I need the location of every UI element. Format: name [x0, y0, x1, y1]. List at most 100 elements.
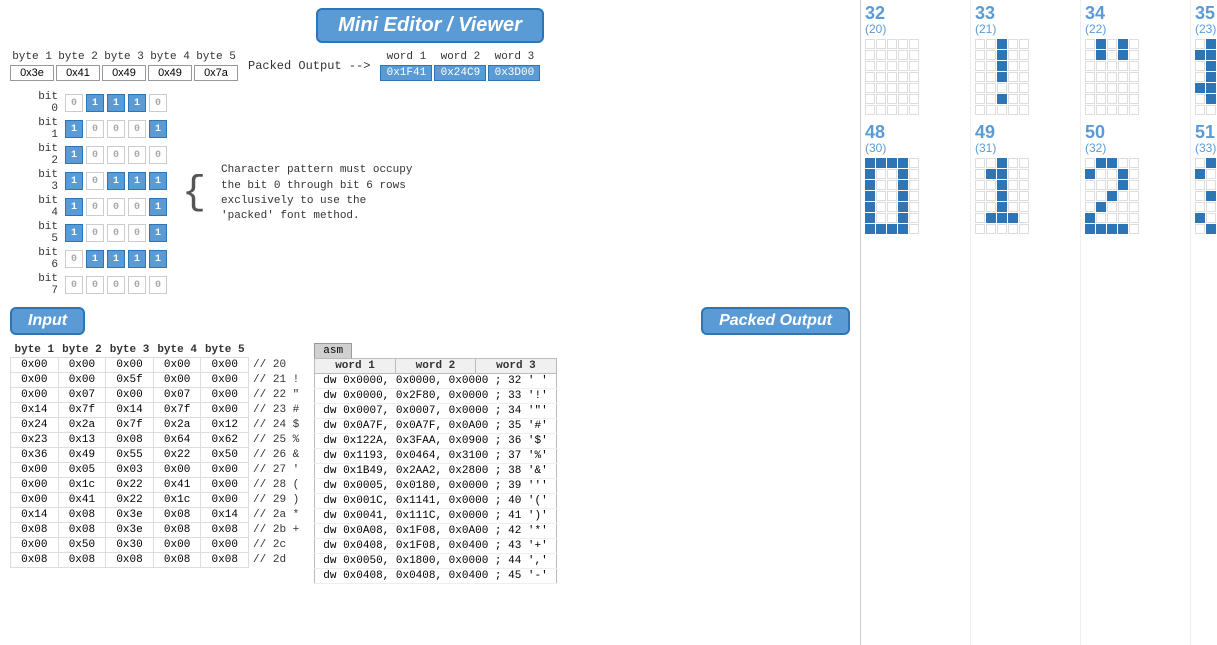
input-table-row: 0x000x500x300x000x00// 2c [11, 538, 304, 553]
bit-note: Character pattern must occupy the bit 0 … [221, 163, 421, 225]
bit-row-7: bit 700000 [30, 273, 167, 297]
input-comment-2: // 22 " [249, 388, 304, 403]
pixel-0-0-3 [898, 39, 908, 49]
output-table-row: dw 0x0007, 0x0007, 0x0000 ; 34 '"' [315, 404, 556, 419]
bit-cell-3-1[interactable]: 0 [86, 172, 104, 190]
asm-tab[interactable]: asm [314, 343, 352, 358]
bit-cell-1-3[interactable]: 0 [128, 120, 146, 138]
pixel-4-0-3 [1118, 39, 1128, 49]
pixel-7-0-1 [1206, 158, 1216, 168]
pixel-0-2-0 [865, 61, 875, 71]
bit-cell-4-2[interactable]: 0 [107, 198, 125, 216]
pixel-2-5-4 [1019, 94, 1029, 104]
bit-cell-0-1[interactable]: 1 [86, 94, 104, 112]
pixel-5-6-2 [1107, 224, 1117, 234]
output-table-row: dw 0x122A, 0x3FAA, 0x0900 ; 36 '$' [315, 434, 556, 449]
byte-header-2: byte 2 [56, 51, 100, 63]
char-block-2: 33(21) [975, 4, 1076, 115]
input-cell-13-1: 0x08 [58, 553, 106, 568]
bit-cell-2-1[interactable]: 0 [86, 146, 104, 164]
input-table-row: 0x080x080x3e0x080x08// 2b + [11, 523, 304, 538]
pixel-2-6-1 [986, 105, 996, 115]
bit-cell-4-3[interactable]: 0 [128, 198, 146, 216]
byte-input-5[interactable] [194, 65, 238, 81]
bit-cell-2-4[interactable]: 0 [149, 146, 167, 164]
pixel-3-3-4 [1019, 191, 1029, 201]
pixel-1-1-0 [865, 169, 875, 179]
input-cell-0-4: 0x00 [201, 358, 249, 373]
input-cell-10-2: 0x3e [106, 508, 154, 523]
pixel-2-0-1 [986, 39, 996, 49]
bit-cell-5-2[interactable]: 0 [107, 224, 125, 242]
bit-cell-6-4[interactable]: 1 [149, 250, 167, 268]
bit-cell-5-1[interactable]: 0 [86, 224, 104, 242]
bit-cell-3-0[interactable]: 1 [65, 172, 83, 190]
bit-cell-5-4[interactable]: 1 [149, 224, 167, 242]
bit-cell-0-4[interactable]: 0 [149, 94, 167, 112]
bit-cell-7-0[interactable]: 0 [65, 276, 83, 294]
bit-cell-0-0[interactable]: 0 [65, 94, 83, 112]
pixel-4-3-4 [1129, 72, 1139, 82]
app-container: Mini Editor / Viewer byte 1 byte 2 byte … [0, 0, 1217, 645]
input-table-row: 0x000x410x220x1c0x00// 29 ) [11, 493, 304, 508]
char-block-3: 49(31) [975, 123, 1076, 234]
word-value-3: 0x3D00 [488, 65, 540, 81]
bit-cell-6-2[interactable]: 1 [107, 250, 125, 268]
bit-cell-6-1[interactable]: 1 [86, 250, 104, 268]
pixel-5-2-2 [1107, 180, 1117, 190]
pixel-3-0-3 [1008, 158, 1018, 168]
bit-cell-3-2[interactable]: 1 [107, 172, 125, 190]
bit-cell-7-4[interactable]: 0 [149, 276, 167, 294]
pixel-1-0-2 [887, 158, 897, 168]
byte-input-4[interactable] [148, 65, 192, 81]
bit-cell-4-4[interactable]: 1 [149, 198, 167, 216]
bit-cell-2-0[interactable]: 1 [65, 146, 83, 164]
pixel-grid-1 [865, 158, 966, 234]
pixel-2-0-2 [997, 39, 1007, 49]
byte-input-2[interactable] [56, 65, 100, 81]
bit-cell-7-1[interactable]: 0 [86, 276, 104, 294]
bit-cell-1-0[interactable]: 1 [65, 120, 83, 138]
output-code-cell-3: dw 0x0A7F, 0x0A7F, 0x0A00 ; 35 '#' [315, 419, 556, 434]
bit-cell-4-0[interactable]: 1 [65, 198, 83, 216]
pixel-2-0-0 [975, 39, 985, 49]
bit-cell-1-4[interactable]: 1 [149, 120, 167, 138]
bit-cell-2-3[interactable]: 0 [128, 146, 146, 164]
input-cell-1-3: 0x00 [153, 373, 201, 388]
pixel-7-1-1 [1206, 169, 1216, 179]
bit-cell-5-0[interactable]: 1 [65, 224, 83, 242]
pixel-0-0-2 [887, 39, 897, 49]
bit-cell-3-4[interactable]: 1 [149, 172, 167, 190]
input-cell-9-1: 0x41 [58, 493, 106, 508]
bit-cell-7-3[interactable]: 0 [128, 276, 146, 294]
char-number-sub-3: (31) [975, 141, 1076, 155]
bit-cell-6-3[interactable]: 1 [128, 250, 146, 268]
bit-cell-6-0[interactable]: 0 [65, 250, 83, 268]
output-code-cell-6: dw 0x1B49, 0x2AA2, 0x2800 ; 38 '&' [315, 464, 556, 479]
input-col-header-comment [249, 343, 304, 358]
bit-cell-7-2[interactable]: 0 [107, 276, 125, 294]
pixel-6-0-1 [1206, 39, 1216, 49]
bit-cell-2-2[interactable]: 0 [107, 146, 125, 164]
input-cell-6-4: 0x50 [201, 448, 249, 463]
bit-cell-0-2[interactable]: 1 [107, 94, 125, 112]
pixel-3-4-2 [997, 202, 1007, 212]
input-table-row: 0x000x070x000x070x00// 22 " [11, 388, 304, 403]
output-code-cell-10: dw 0x0A08, 0x1F08, 0x0A00 ; 42 '*' [315, 524, 556, 539]
pixel-4-1-2 [1107, 50, 1117, 60]
bit-cell-5-3[interactable]: 0 [128, 224, 146, 242]
byte-input-1[interactable] [10, 65, 54, 81]
char-number-4: 34 [1085, 4, 1186, 22]
bit-cell-3-3[interactable]: 1 [128, 172, 146, 190]
bit-cell-1-2[interactable]: 0 [107, 120, 125, 138]
bit-cell-4-1[interactable]: 0 [86, 198, 104, 216]
pixel-5-1-0 [1085, 169, 1095, 179]
byte-input-3[interactable] [102, 65, 146, 81]
bit-cell-0-3[interactable]: 1 [128, 94, 146, 112]
pixel-1-5-3 [898, 213, 908, 223]
pixel-6-3-1 [1206, 72, 1216, 82]
bit-cell-1-1[interactable]: 0 [86, 120, 104, 138]
bit-label-6: bit 6 [30, 247, 62, 271]
pixel-2-1-4 [1019, 50, 1029, 60]
pixel-1-2-2 [887, 180, 897, 190]
